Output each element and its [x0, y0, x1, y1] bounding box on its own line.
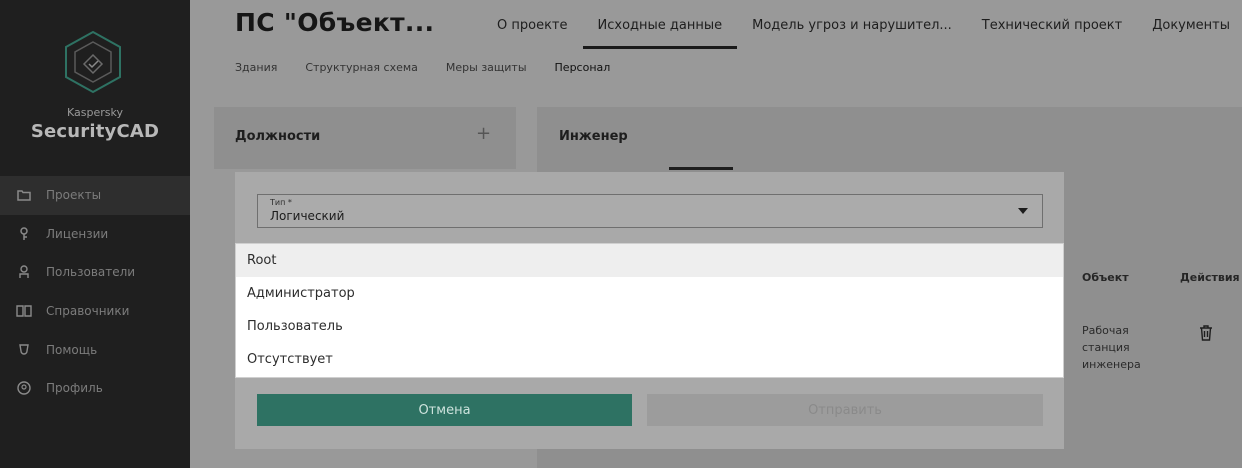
- positions-title: Должности: [235, 129, 321, 144]
- type-field-value: Логический: [270, 209, 345, 223]
- column-header-object: Объект: [1082, 271, 1129, 284]
- tab-threat-model[interactable]: Модель угроз и нарушител...: [737, 0, 967, 50]
- submit-button[interactable]: Отправить: [647, 394, 1043, 426]
- folder-icon: [16, 187, 32, 203]
- sidebar-item-profile[interactable]: Профиль: [0, 369, 190, 408]
- type-field-label: Тип *: [270, 198, 292, 207]
- page-title: ПС "Объект...: [235, 8, 435, 37]
- tab-documents[interactable]: Документы: [1137, 0, 1242, 50]
- position-title: Инженер: [559, 129, 628, 144]
- sidebar-item-label: Профиль: [46, 381, 103, 396]
- sidebar-item-label: Проекты: [46, 188, 102, 203]
- kaspersky-logo: [58, 30, 128, 94]
- sub-tabs: Здания Структурная схема Меры защиты Пер…: [235, 61, 638, 74]
- tab-technical-project[interactable]: Технический проект: [967, 0, 1137, 50]
- profile-icon: [16, 380, 32, 396]
- sidebar-item-label: Пользователи: [46, 265, 136, 280]
- cancel-button[interactable]: Отмена: [257, 394, 632, 426]
- sidebar-item-label: Помощь: [46, 342, 98, 357]
- sidebar: Kaspersky SecurityCAD Проекты Лицензии П…: [0, 0, 190, 468]
- sidebar-item-help[interactable]: Помощь: [0, 330, 190, 369]
- type-dropdown-menu: Root Администратор Пользователь Отсутств…: [235, 243, 1064, 378]
- trash-icon[interactable]: [1199, 325, 1213, 341]
- sidebar-item-label: Лицензии: [46, 226, 109, 241]
- subtab-protection-measures[interactable]: Меры защиты: [446, 61, 527, 74]
- sidebar-item-projects[interactable]: Проекты: [0, 176, 190, 215]
- dropdown-option-user[interactable]: Пользователь: [236, 310, 1063, 343]
- subtab-buildings[interactable]: Здания: [235, 61, 277, 74]
- dropdown-option-none[interactable]: Отсутствует: [236, 343, 1063, 376]
- sidebar-nav: Проекты Лицензии Пользователи Справочник…: [0, 176, 190, 408]
- tab-about[interactable]: О проекте: [482, 0, 583, 50]
- type-select[interactable]: Тип * Логический: [257, 194, 1043, 228]
- add-position-button[interactable]: +: [476, 123, 491, 144]
- book-icon: [16, 303, 32, 319]
- object-cell: Рабочая станция инженера: [1082, 324, 1141, 371]
- active-tab-indicator: [669, 167, 733, 170]
- brand-product: SecurityCAD: [30, 121, 160, 142]
- key-icon: [16, 226, 32, 242]
- user-icon: [16, 264, 32, 280]
- caret-down-icon: [1018, 208, 1028, 214]
- brand-vendor: Kaspersky: [67, 106, 123, 119]
- sidebar-item-directories[interactable]: Справочники: [0, 292, 190, 331]
- tab-source-data[interactable]: Исходные данные: [582, 0, 738, 50]
- main-tabs: О проекте Исходные данные Модель угроз и…: [482, 0, 1242, 50]
- subtab-personnel[interactable]: Персонал: [555, 61, 611, 74]
- dropdown-option-root[interactable]: Root: [236, 244, 1063, 277]
- sidebar-item-licenses[interactable]: Лицензии: [0, 215, 190, 254]
- sidebar-item-users[interactable]: Пользователи: [0, 253, 190, 292]
- subtab-structure-scheme[interactable]: Структурная схема: [305, 61, 418, 74]
- sidebar-item-label: Справочники: [46, 304, 130, 319]
- positions-panel: Должности +: [214, 107, 516, 169]
- column-header-actions: Действия: [1180, 271, 1240, 284]
- help-icon: [16, 342, 32, 358]
- dropdown-option-administrator[interactable]: Администратор: [236, 277, 1063, 310]
